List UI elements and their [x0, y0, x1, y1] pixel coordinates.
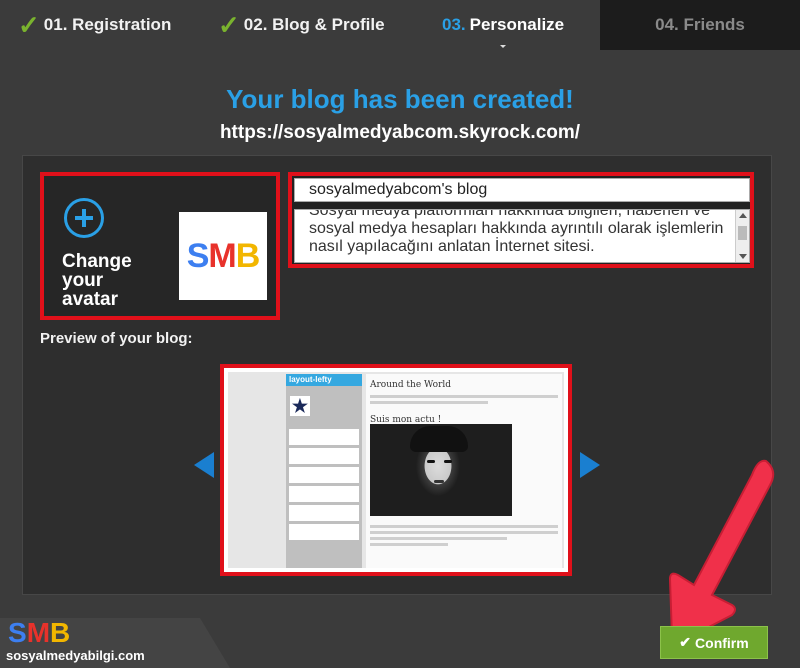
step-registration[interactable]: ✓ 01. Registration	[0, 0, 200, 50]
step-label: 04. Friends	[655, 15, 745, 34]
photo-detail	[410, 426, 468, 452]
watermark-brand: SMB	[8, 618, 70, 648]
preview-content: Around the World Suis mon actu !	[366, 374, 562, 568]
preview-text-line	[370, 395, 558, 398]
caret-down-icon	[500, 45, 506, 48]
blog-description-text: Sosyal medya platformları hakkında bilgi…	[309, 209, 724, 255]
preview-label: Preview of your blog:	[40, 330, 193, 347]
logo-letter: S	[8, 617, 27, 648]
blog-preview[interactable]: layout-lefty ★ Around the World Suis mon…	[220, 364, 572, 576]
check-icon: ✓	[218, 9, 240, 40]
step-personalize[interactable]: 03. Personalize	[400, 0, 600, 50]
preview-photo	[370, 424, 512, 516]
logo-letter: M	[208, 236, 236, 275]
step-label: Personalize	[469, 15, 565, 34]
preview-card	[289, 448, 359, 464]
previous-layout-arrow-icon[interactable]	[194, 452, 214, 478]
preview-text-line	[370, 531, 558, 534]
plus-circle-icon	[64, 198, 104, 238]
avatar: SMB	[179, 212, 267, 300]
blog-description-textarea[interactable]: Sosyal medya platformları hakkında bilgi…	[294, 209, 750, 263]
photo-detail	[444, 460, 452, 463]
logo-letter: B	[50, 617, 71, 648]
preview-post-title: Around the World	[370, 380, 452, 390]
scroll-thumb[interactable]	[738, 226, 747, 240]
watermark-site: sosyalmedyabilgi.com	[6, 648, 145, 663]
preview-text-line	[370, 537, 508, 540]
step-label: 01. Registration	[43, 15, 172, 34]
preview-page: layout-lefty ★ Around the World Suis mon…	[228, 372, 564, 568]
step-blog-profile[interactable]: ✓ 02. Blog & Profile	[200, 0, 400, 50]
preview-card	[289, 524, 359, 540]
step-friends[interactable]: 04. Friends	[600, 0, 800, 50]
preview-card	[289, 429, 359, 445]
confirm-button[interactable]: ✔ Confirm	[660, 626, 768, 659]
preview-text-line	[370, 401, 488, 404]
blog-info-box: sosyalmedyabcom's blog Sosyal medya plat…	[288, 172, 754, 268]
page-title: Your blog has been created!	[226, 84, 574, 114]
photo-detail	[434, 480, 444, 483]
blog-name-input[interactable]: sosyalmedyabcom's blog	[294, 178, 750, 202]
change-avatar-label: Change your avatar	[62, 251, 132, 310]
preview-card	[289, 486, 359, 502]
logo-letter: M	[26, 617, 51, 648]
preview-sidebar-title: layout-lefty	[286, 374, 362, 386]
logo-letter: S	[186, 236, 210, 275]
preview-text-line	[370, 543, 449, 546]
watermark-logo: SMB sosyalmedyabilgi.com	[0, 618, 230, 668]
blog-url: https://sosyalmedyabcom.skyrock.com/	[219, 122, 581, 143]
preview-card	[289, 467, 359, 483]
preview-card	[289, 505, 359, 521]
skyrock-star-icon: ★	[290, 396, 310, 416]
preview-text-line	[370, 525, 558, 528]
change-avatar-button[interactable]: Change your avatar SMB	[40, 172, 280, 320]
pointer-arrow-icon	[668, 459, 775, 644]
step-label: 02. Blog & Profile	[243, 15, 385, 34]
logo-letter: B	[235, 236, 261, 275]
confirm-label: Confirm	[695, 634, 749, 651]
step-number: 03.	[442, 15, 466, 34]
preview-text-block	[366, 522, 562, 549]
wizard-steps: ✓ 01. Registration ✓ 02. Blog & Profile …	[0, 0, 800, 50]
check-icon: ✓	[18, 9, 40, 40]
scrollbar[interactable]	[735, 210, 749, 262]
next-layout-arrow-icon[interactable]	[580, 452, 600, 478]
photo-detail	[427, 460, 435, 463]
scroll-down-icon[interactable]	[739, 254, 747, 259]
check-icon: ✔	[679, 634, 692, 650]
scroll-up-icon[interactable]	[739, 213, 747, 218]
preview-sidebar: layout-lefty ★	[286, 374, 362, 568]
